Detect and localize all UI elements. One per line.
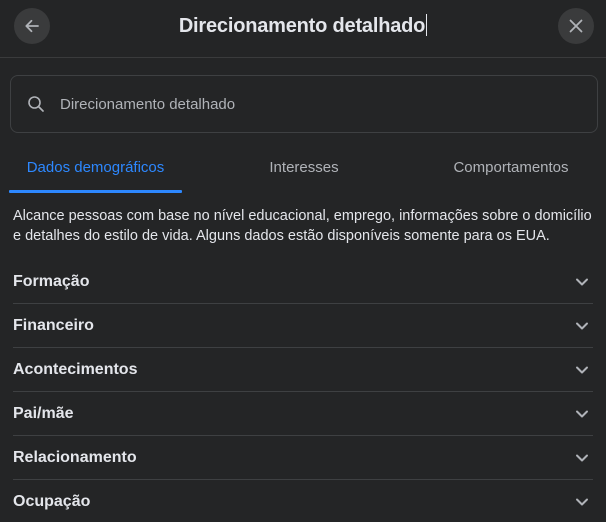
chevron-down-icon (574, 406, 590, 422)
tab-behaviors[interactable]: Comportamentos (428, 140, 594, 194)
category-label: Relacionamento (13, 449, 137, 466)
category-relationship[interactable]: Relacionamento (13, 436, 593, 480)
category-label: Ocupação (13, 493, 91, 510)
chevron-down-icon (574, 494, 590, 510)
category-financial[interactable]: Financeiro (13, 304, 593, 348)
category-life-events[interactable]: Acontecimentos (13, 348, 593, 392)
category-label: Acontecimentos (13, 361, 138, 378)
active-tab-indicator (9, 190, 182, 193)
detailed-targeting-panel: Direcionamento detalhado Dados demográfi… (0, 0, 606, 522)
text-caret (426, 14, 428, 36)
category-label: Financeiro (13, 317, 94, 334)
search-icon (27, 95, 45, 113)
tab-interests[interactable]: Interesses (220, 140, 388, 194)
close-button[interactable] (558, 8, 594, 44)
header: Direcionamento detalhado (0, 0, 606, 56)
tab-description: Alcance pessoas com base no nível educac… (13, 208, 592, 244)
page-title: Direcionamento detalhado (0, 14, 606, 38)
tab-demographics[interactable]: Dados demográficos (9, 140, 182, 194)
header-divider (0, 57, 606, 58)
tab-bar: Dados demográficos Interesses Comportame… (0, 140, 606, 194)
category-work[interactable]: Ocupação (13, 480, 593, 522)
chevron-down-icon (574, 450, 590, 466)
category-education[interactable]: Formação (13, 260, 593, 304)
chevron-down-icon (574, 274, 590, 290)
close-icon (567, 17, 585, 35)
category-label: Pai/mãe (13, 405, 74, 422)
search-box[interactable] (10, 75, 598, 133)
chevron-down-icon (574, 318, 590, 334)
category-label: Formação (13, 273, 90, 290)
chevron-down-icon (574, 362, 590, 378)
page-title-text: Direcionamento detalhado (178, 15, 426, 37)
search-input[interactable] (60, 84, 597, 124)
category-parents[interactable]: Pai/mãe (13, 392, 593, 436)
